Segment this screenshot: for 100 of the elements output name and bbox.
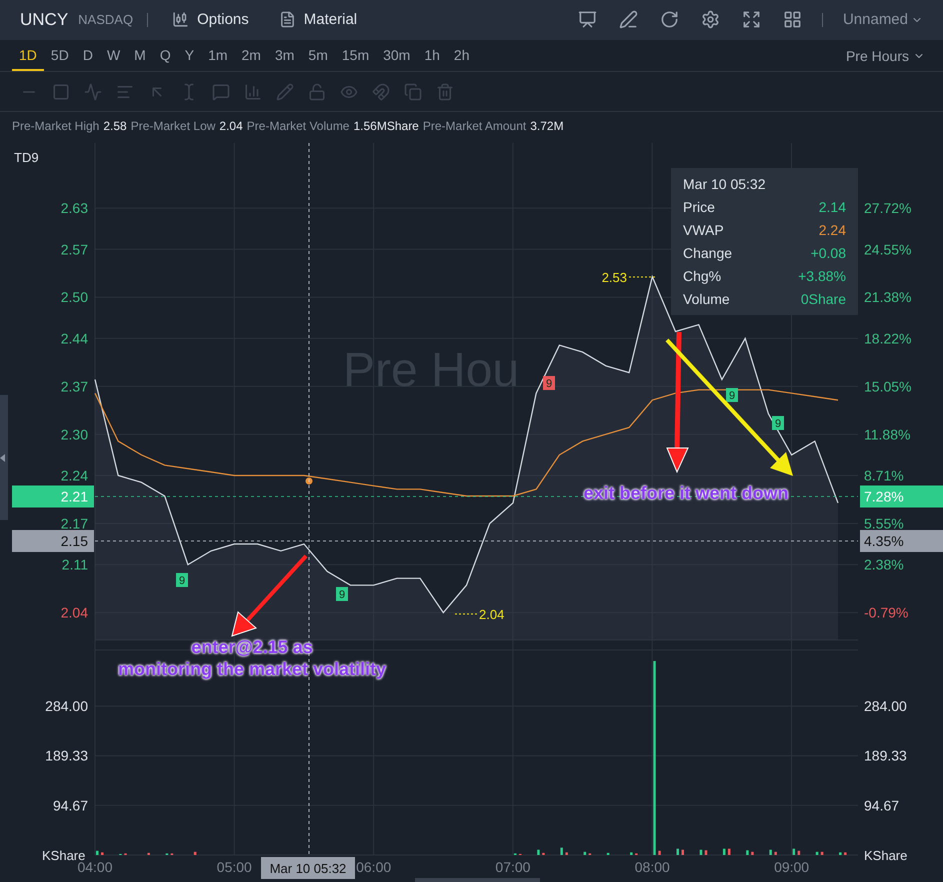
timeframe-tab[interactable]: D [76,40,100,72]
layout-dropdown[interactable]: Unnamed [836,10,929,30]
chart-icon [172,11,190,28]
percent-axis-label: 24.55% [864,241,912,258]
timeframe-tab[interactable]: Q [152,40,178,72]
volume-axis-label: 94.67 [864,797,900,814]
percent-axis-label: 27.72% [864,200,912,216]
price-axis-label: 2.37 [60,378,88,394]
note-tool-icon[interactable] [212,82,230,101]
price-axis-label: 2.44 [60,330,88,346]
volume-bar [798,850,800,855]
timeframe-tab[interactable]: 15m [334,40,376,72]
volume-bar [746,850,749,855]
time-axis-label: 07:00 [495,859,530,875]
percent-axis-label: 2.38% [864,556,904,573]
volume-axis-label: 284.00 [864,698,907,714]
timeframe-tab[interactable]: Y [178,40,202,72]
pencil-icon[interactable] [276,82,294,101]
timeframe-tab[interactable]: 1m [201,40,235,72]
percent-axis-label: 5.55% [864,515,904,532]
price-axis-label: 2.63 [60,200,88,216]
scroll-handle[interactable] [415,878,540,882]
tooltip-value: +0.08 [810,245,846,261]
td9-marker: 9 [543,376,555,390]
percent-axis-label: 8.71% [864,467,904,484]
lock-icon[interactable] [308,82,326,101]
timeframe-tab[interactable]: 1D [12,40,44,72]
volume-bar [606,852,610,855]
volume-bar [728,848,730,855]
timeframe-tab[interactable]: W [100,40,128,72]
copy-icon[interactable] [404,82,422,101]
volume-bar [147,852,150,855]
stat-value: 2.58 [103,119,127,134]
rectangle-tool-icon[interactable] [52,82,70,101]
session-dropdown[interactable]: Pre Hours [840,40,931,72]
wave-tool-icon[interactable] [84,82,102,101]
percent-axis-label: 18.22% [864,330,912,346]
timeframe-tab[interactable]: 2h [446,40,476,72]
tooltip-value: 2.24 [818,222,846,238]
tooltip-value: 0Share [800,291,846,307]
volume-bar [839,852,842,855]
timeframe-tab[interactable]: 2m [234,40,268,72]
annotation-note: enter@2.15 as monitoring the market volatility [116,636,388,680]
time-axis-label: 08:00 [634,859,670,875]
trash-icon[interactable] [436,82,454,101]
td9-marker: 9 [176,573,188,587]
exchange-label: NASDAQ [78,12,134,28]
volume-bar [751,852,754,855]
volume-bar [565,852,568,855]
volume-axis-label: 189.33 [45,748,88,764]
stat-label: Pre-Market Amount [422,119,526,134]
volume-bar [96,850,98,855]
volume-bar [682,850,684,855]
td9-marker: 9 [772,416,784,430]
volume-unit-label: KShare [864,848,908,863]
percent-axis-label: 15.05% [864,378,912,394]
volume-bar [820,852,824,855]
price-axis-label: 2.11 [62,556,88,573]
side-panel-handle[interactable] [0,395,8,520]
low-label: 2.04 [479,607,504,622]
price-axis-label: 2.50 [60,289,88,306]
menu-button[interactable]: Options [162,11,259,28]
stat-label: Pre-Market High [12,119,100,134]
volume-bar [560,848,563,855]
volume-bar [194,852,196,855]
bar-chart-icon[interactable] [244,82,262,101]
volume-bar [704,850,708,855]
timeframe-tab[interactable]: 1h [417,40,447,72]
stat-value: 3.72M [530,119,564,134]
crosshair-time-tag: Mar 10 05:32 [261,857,355,879]
price-axis-label: 2.04 [60,604,88,621]
percent-tag-label: 7.28% [864,488,904,504]
timeframe-tab[interactable]: 30m [376,40,418,72]
vwap-point [306,478,312,484]
stat-value: 2.04 [219,119,243,134]
volume-bar [844,852,847,855]
volume-bar [630,852,633,855]
price-axis-label: 2.24 [60,467,88,484]
time-axis-label: 09:00 [774,859,810,875]
tooltip-value: 2.14 [818,199,846,215]
volume-bar [658,850,661,855]
stat-label: Pre-Market Low [130,119,216,134]
time-axis-label: 06:00 [356,859,392,875]
price-axis-label: 2.30 [60,426,88,442]
td9-marker: 9 [726,388,738,402]
annotation-note: exit before it went down [582,482,790,504]
volume-bar [537,850,540,855]
menu-button[interactable]: Material [268,11,368,28]
timeframe-tab[interactable]: 3m [268,40,302,72]
volume-bar [816,852,818,855]
timeframe-tab[interactable]: M [127,40,153,72]
volume-bar [700,850,702,855]
indicator-label: TD9 [14,150,39,165]
magnet-icon[interactable] [372,82,390,101]
stat-value: 1.56MShare [353,119,419,134]
timeframe-tab[interactable]: 5m [301,40,335,72]
timeframe-tab[interactable]: 5D [44,40,76,72]
td9-marker: 9 [336,587,348,601]
symbol-label: UNCY [20,10,68,30]
volume-bar [769,850,772,855]
